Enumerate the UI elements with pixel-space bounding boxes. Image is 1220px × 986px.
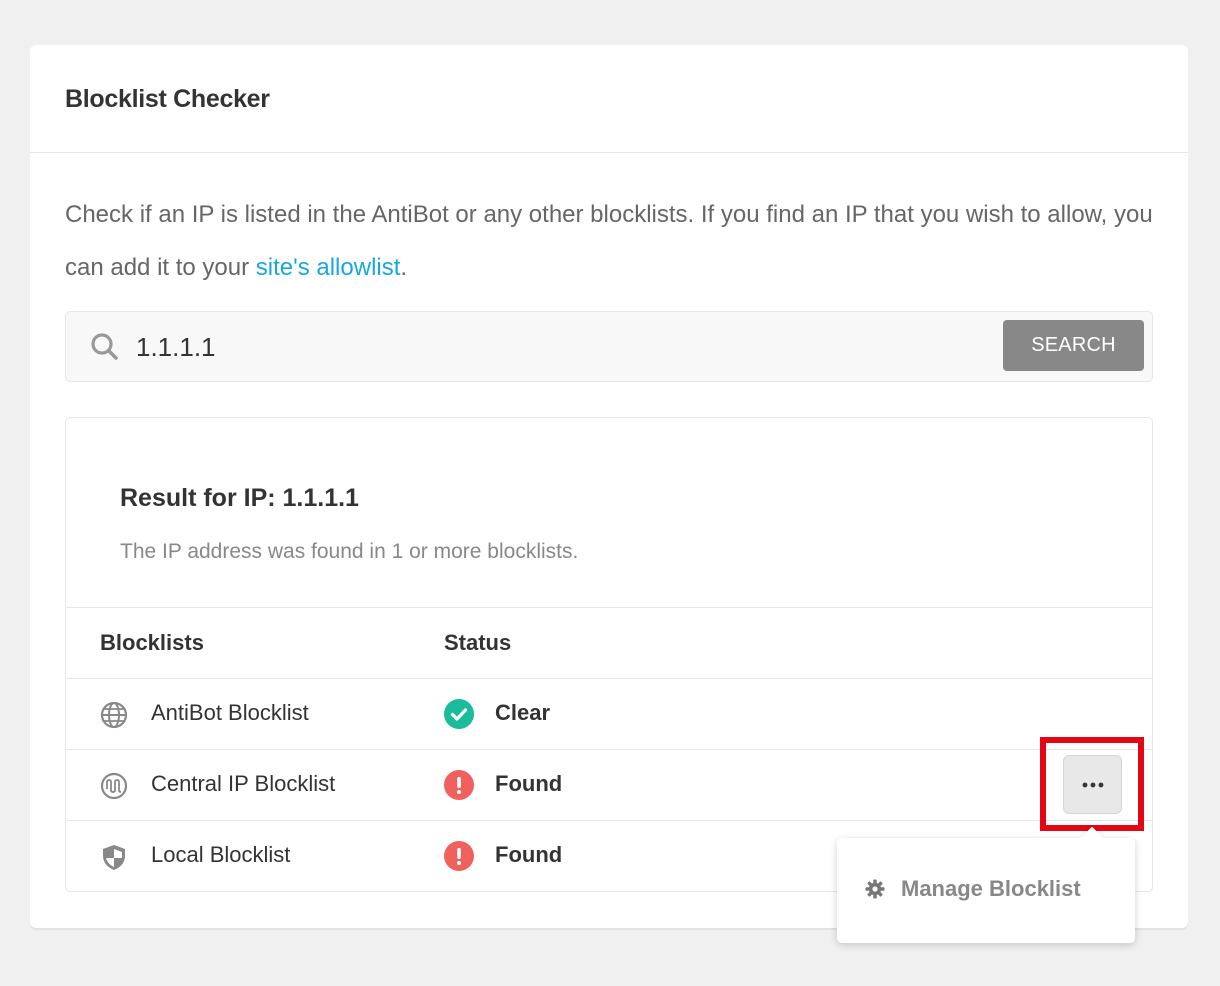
globe-icon [100, 701, 128, 729]
status-text: Found [495, 771, 563, 796]
card-header: Blocklist Checker [30, 45, 1188, 153]
column-header-blocklists: Blocklists [100, 630, 204, 655]
table-header: Blocklists Status [66, 607, 1152, 679]
highlight-box [1040, 737, 1144, 831]
table-row: AntiBot Blocklist Clear [66, 679, 1152, 750]
exclamation-circle-icon [444, 841, 474, 871]
column-header-status: Status [444, 630, 512, 655]
blocklist-name: Central IP Blocklist [151, 771, 336, 796]
shield-icon [103, 845, 125, 870]
blocklist-checker-card: Blocklist Checker Check if an IP is list… [30, 45, 1188, 928]
search-icon [91, 333, 118, 360]
card-title: Blocklist Checker [65, 85, 270, 113]
table-row: Central IP Blocklist Found [66, 750, 1152, 821]
status-text: Found [495, 842, 563, 867]
result-title: Result for IP: 1.1.1.1 [120, 484, 359, 512]
result-subtitle: The IP address was found in 1 or more bl… [120, 540, 579, 563]
search-bar: SEARCH [65, 311, 1153, 382]
gear-icon [865, 879, 885, 899]
blocklist-name: AntiBot Blocklist [151, 700, 309, 725]
allowlist-link[interactable]: site's allowlist [256, 254, 401, 281]
result-panel: Result for IP: 1.1.1.1 The IP address wa… [65, 417, 1153, 892]
exclamation-circle-icon [444, 770, 474, 800]
search-input[interactable] [136, 322, 996, 372]
wave-circle-icon [100, 772, 128, 800]
blocklist-name: Local Blocklist [151, 842, 291, 867]
manage-blocklist-menu-item[interactable]: Manage Blocklist [865, 876, 1081, 902]
options-dropdown: Manage Blocklist [837, 826, 1135, 943]
description: Check if an IP is listed in the AntiBot … [65, 188, 1155, 294]
check-circle-icon [444, 699, 474, 729]
menu-item-label: Manage Blocklist [901, 876, 1081, 901]
status-text: Clear [495, 700, 551, 725]
description-suffix: . [400, 254, 408, 281]
description-text: Check if an IP is listed in the AntiBot … [65, 201, 1153, 281]
search-button[interactable]: SEARCH [1003, 320, 1144, 371]
